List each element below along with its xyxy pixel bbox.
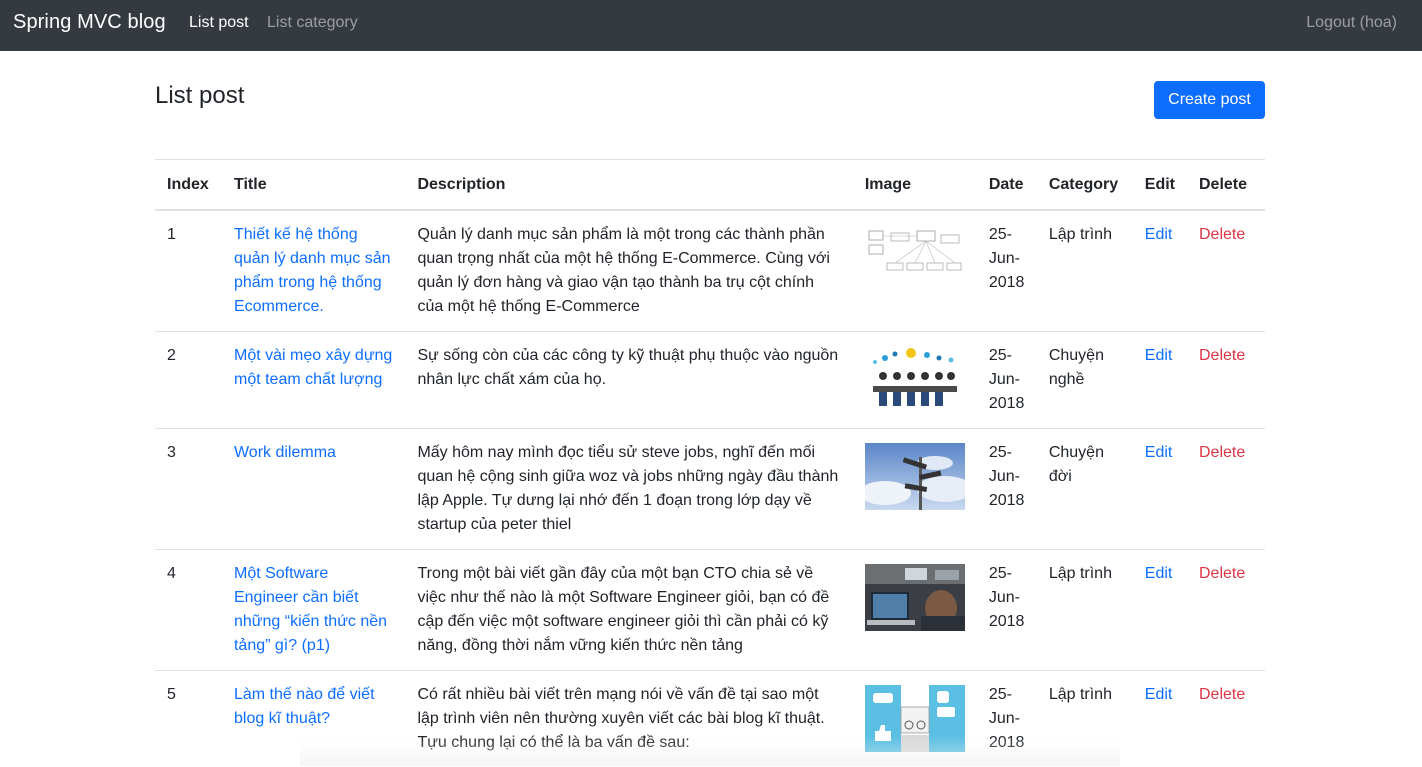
post-category: Chuyện nghề [1037, 332, 1133, 429]
post-title-link[interactable]: Thiết kế hệ thống quản lý danh mục sản p… [234, 226, 391, 315]
nav-list-category[interactable]: List category [267, 14, 358, 32]
blogging-illustration-thumbnail [865, 685, 965, 752]
table-row: 2 Một vài mẹo xây dựng một team chất lượ… [155, 332, 1265, 429]
table-row: 5 Làm thế nào để viết blog kĩ thuật? Có … [155, 671, 1265, 767]
post-description: Sự sống còn của các công ty kỹ thuật phụ… [405, 332, 852, 429]
post-category: Chuyện đời [1037, 429, 1133, 550]
post-title-link[interactable]: Work dilemma [234, 444, 336, 461]
post-description: Trong một bài viết gần đây của một bạn C… [405, 550, 852, 671]
post-date: 25-Jun-2018 [977, 429, 1037, 550]
table-row: 1 Thiết kế hệ thống quản lý danh mục sản… [155, 210, 1265, 332]
team-meeting-thumbnail [865, 346, 965, 413]
row-index: 1 [155, 210, 222, 332]
post-title-link[interactable]: Một Software Engineer cần biết những “ki… [234, 565, 387, 654]
edit-link[interactable]: Edit [1145, 226, 1173, 243]
header-edit: Edit [1133, 160, 1187, 211]
edit-link[interactable]: Edit [1145, 565, 1173, 582]
signpost-sky-thumbnail [865, 443, 965, 510]
create-post-button[interactable]: Create post [1154, 81, 1265, 119]
header-description: Description [405, 160, 852, 211]
engineer-laptop-thumbnail [865, 564, 965, 631]
delete-link[interactable]: Delete [1199, 347, 1245, 364]
post-category: Lập trình [1037, 210, 1133, 332]
delete-link[interactable]: Delete [1199, 226, 1245, 243]
header-index: Index [155, 160, 222, 211]
post-category: Lập trình [1037, 671, 1133, 767]
table-row: 4 Một Software Engineer cần biết những “… [155, 550, 1265, 671]
edit-link[interactable]: Edit [1145, 686, 1173, 703]
post-category: Lập trình [1037, 550, 1133, 671]
row-index: 2 [155, 332, 222, 429]
post-description: Mấy hôm nay mình đọc tiểu sử steve jobs,… [405, 429, 852, 550]
header-delete: Delete [1187, 160, 1265, 211]
posts-table: Index Title Description Image Date Categ… [155, 159, 1265, 767]
navbar-brand[interactable]: Spring MVC blog [13, 11, 166, 34]
page-title: List post [155, 82, 244, 110]
header-date: Date [977, 160, 1037, 211]
delete-link[interactable]: Delete [1199, 686, 1245, 703]
table-row: 3 Work dilemma Mấy hôm nay mình đọc tiểu… [155, 429, 1265, 550]
post-title-link[interactable]: Làm thế nào để viết blog kĩ thuật? [234, 686, 375, 727]
post-title-link[interactable]: Một vài mẹo xây dựng một team chất lượng [234, 347, 392, 388]
delete-link[interactable]: Delete [1199, 565, 1245, 582]
row-index: 4 [155, 550, 222, 671]
logout-link[interactable]: Logout (hoa) [1306, 14, 1397, 32]
edit-link[interactable]: Edit [1145, 444, 1173, 461]
post-description: Quản lý danh mục sản phẩm là một trong c… [405, 210, 852, 332]
table-header: Index Title Description Image Date Categ… [155, 160, 1265, 211]
header-title: Title [222, 160, 405, 211]
nav-list-post[interactable]: List post [189, 14, 249, 32]
post-date: 25-Jun-2018 [977, 671, 1037, 767]
top-navbar: Spring MVC blog List post List category … [0, 0, 1422, 51]
header-image: Image [853, 160, 977, 211]
row-index: 5 [155, 671, 222, 767]
post-date: 25-Jun-2018 [977, 210, 1037, 332]
post-description: Có rất nhiều bài viết trên mạng nói về v… [405, 671, 852, 767]
system-diagram-thumbnail [865, 225, 965, 292]
row-index: 3 [155, 429, 222, 550]
post-date: 25-Jun-2018 [977, 550, 1037, 671]
header-category: Category [1037, 160, 1133, 211]
delete-link[interactable]: Delete [1199, 444, 1245, 461]
edit-link[interactable]: Edit [1145, 347, 1173, 364]
post-date: 25-Jun-2018 [977, 332, 1037, 429]
